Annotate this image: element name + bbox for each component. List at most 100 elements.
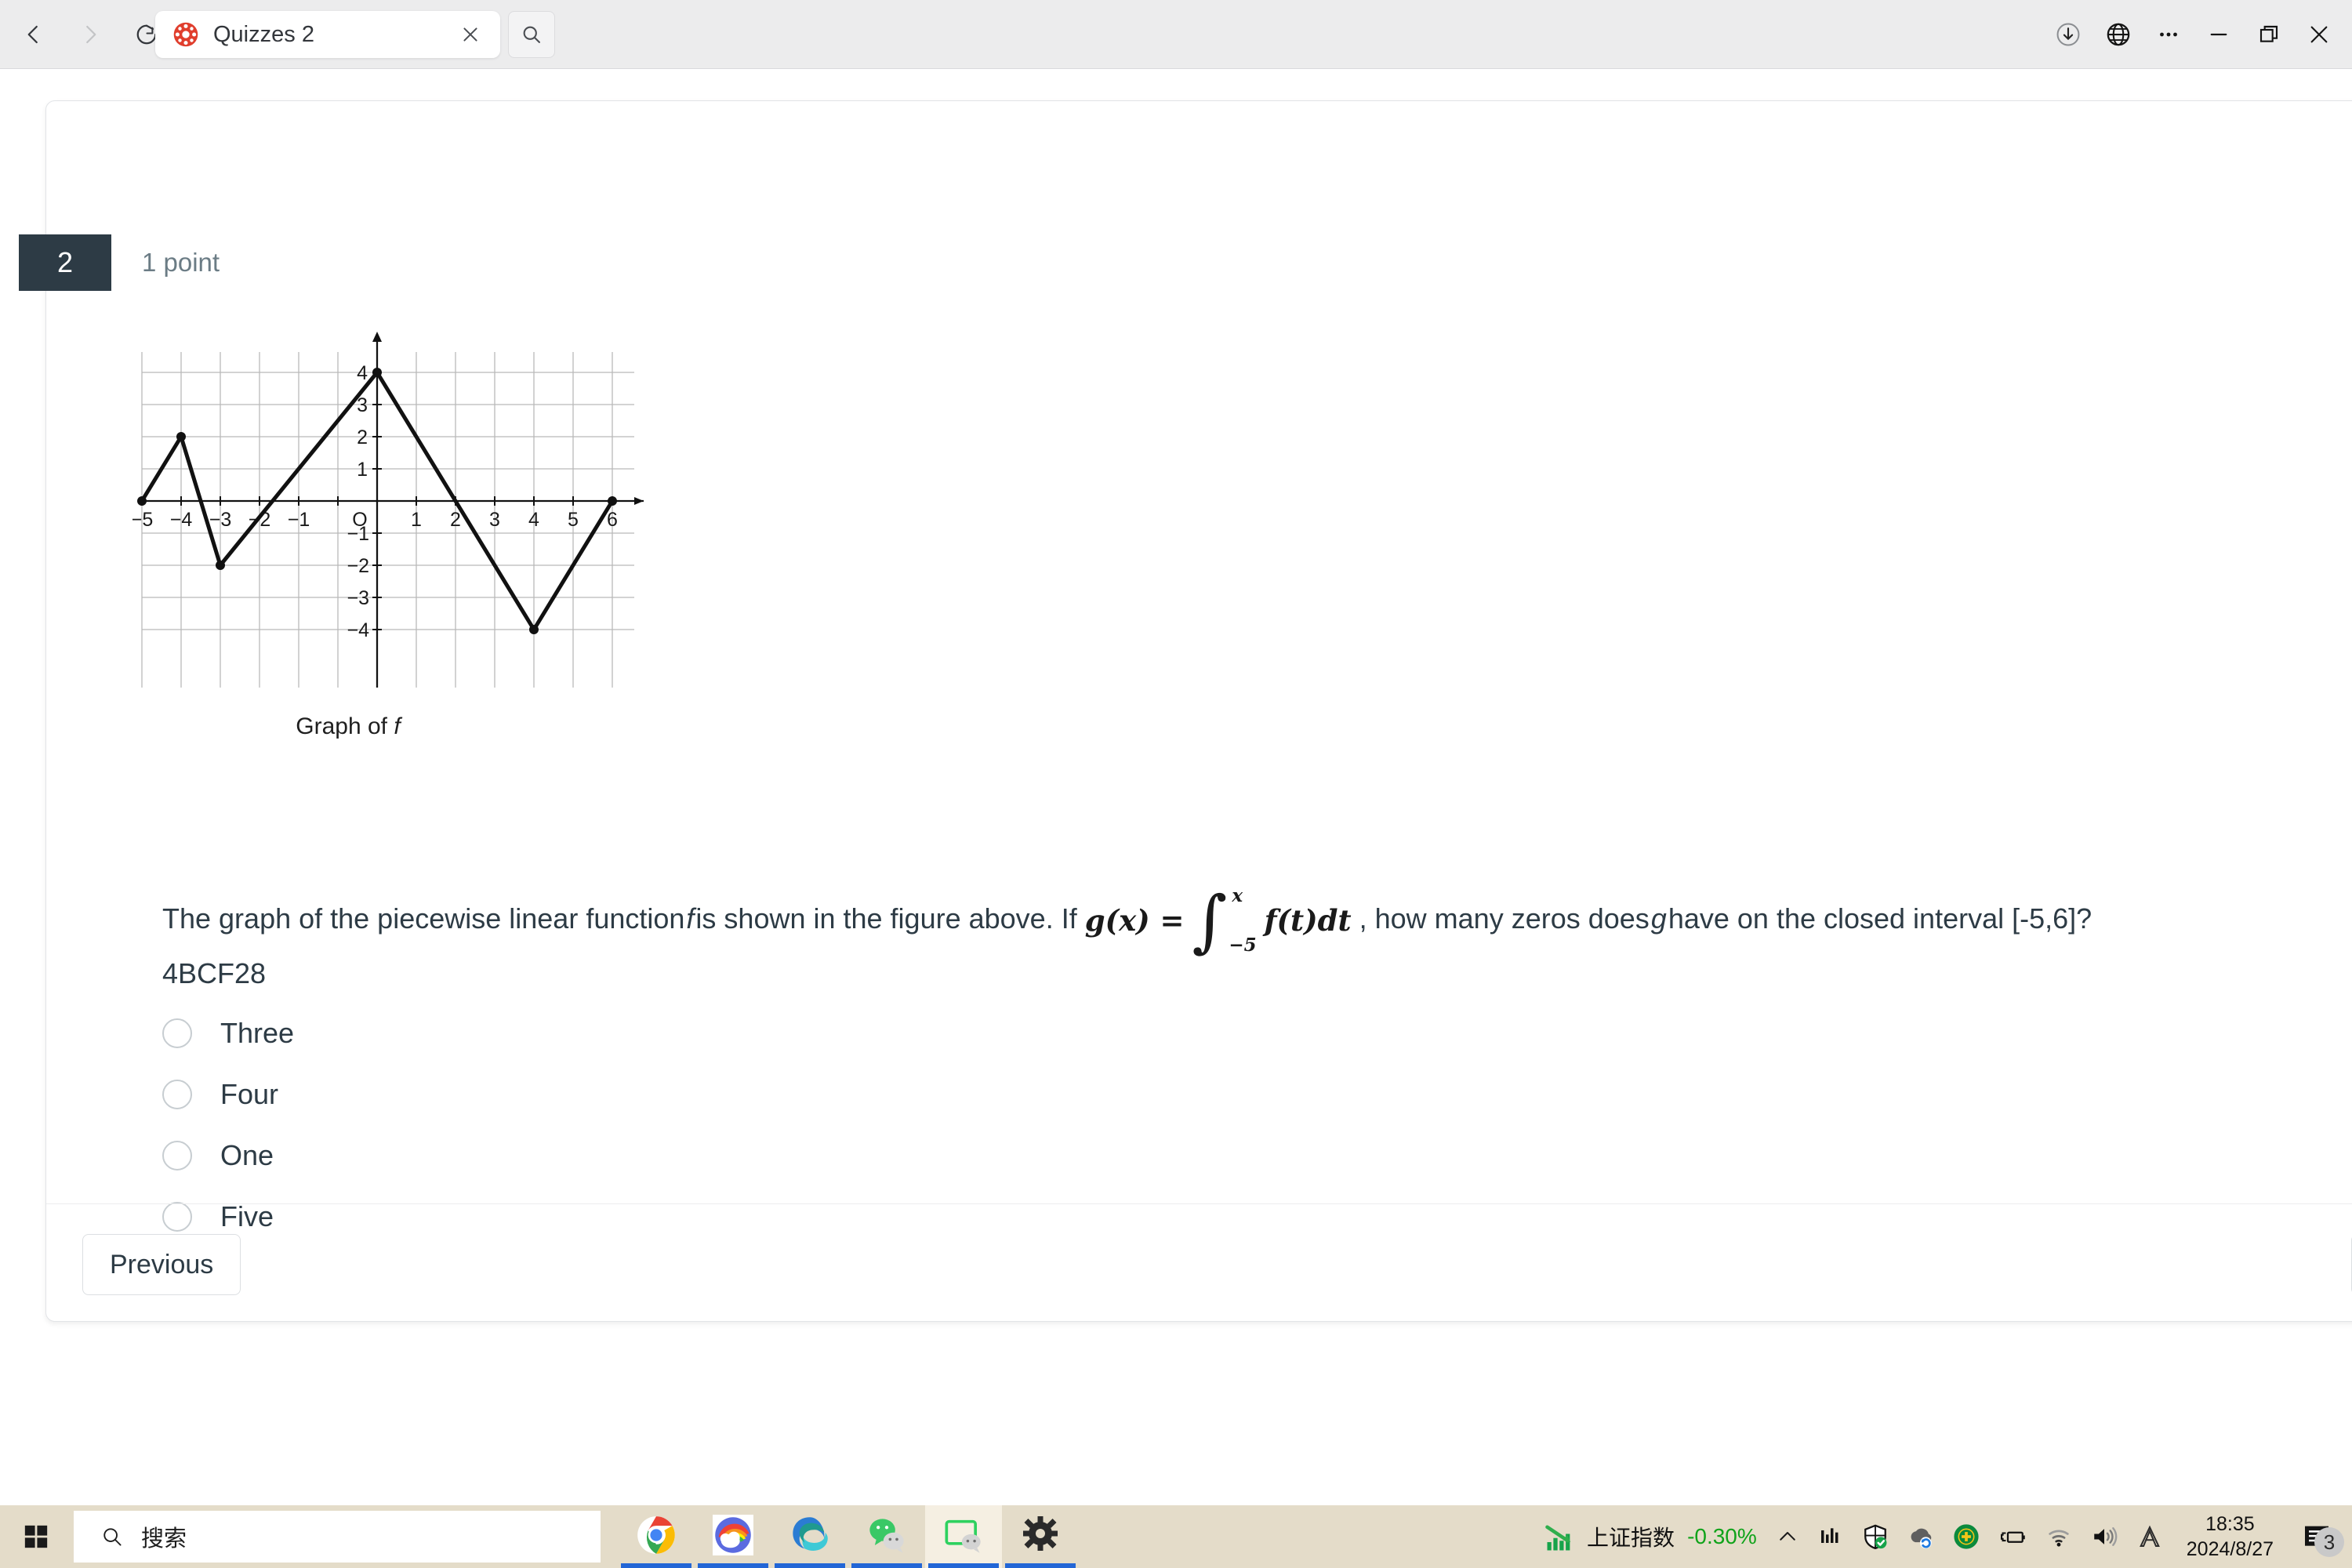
svg-text:1: 1 <box>357 459 368 481</box>
svg-text:−3: −3 <box>347 587 369 609</box>
tab-quizzes-2[interactable]: Quizzes 2 <box>155 11 500 58</box>
svg-text:−5: −5 <box>132 509 153 531</box>
taskbar-app-buttons <box>618 1505 1079 1568</box>
question-text-part2: is shown in the figure above. If <box>695 902 1077 935</box>
stock-chart-icon <box>1545 1525 1571 1551</box>
windows-taskbar: 搜索 上证指数 -0.30% 18:35 2024/8/27 3 <box>0 1505 2352 1568</box>
option-four[interactable]: Four <box>162 1064 868 1125</box>
taskbar-app-chrome[interactable] <box>618 1505 695 1568</box>
chrome-icon <box>637 1516 675 1554</box>
option-label: One <box>220 1139 274 1171</box>
previous-button[interactable]: Previous <box>82 1234 241 1295</box>
tray-battery[interactable] <box>1989 1505 2036 1568</box>
tray-signal-bars[interactable] <box>1809 1505 1853 1568</box>
option-label: Four <box>220 1078 279 1110</box>
running-indicator <box>621 1563 691 1568</box>
green-plus-icon <box>1954 1524 1979 1549</box>
integral-limits: x −5 <box>1229 887 1259 954</box>
option-label: Five <box>220 1200 274 1232</box>
downloads-button[interactable] <box>2043 11 2093 58</box>
taskbar-clock[interactable]: 18:35 2024/8/27 <box>2172 1505 2288 1568</box>
option-label: Three <box>220 1017 295 1049</box>
translate-button[interactable] <box>2093 11 2143 58</box>
search-icon <box>523 26 540 43</box>
system-tray: 上证指数 -0.30% 18:35 2024/8/27 3 <box>1535 1505 2352 1568</box>
minimize-button[interactable] <box>2194 11 2244 58</box>
clock-date: 2024/8/27 <box>2186 1538 2274 1560</box>
card-divider <box>46 1203 2352 1204</box>
taskbar-app-edge[interactable] <box>771 1505 848 1568</box>
figure-caption-prefix: Graph of <box>296 713 394 739</box>
tray-cloud-sync[interactable] <box>1898 1505 1944 1568</box>
back-button[interactable] <box>11 12 56 57</box>
svg-text:3: 3 <box>489 509 500 531</box>
radio-button[interactable] <box>162 1141 192 1171</box>
window-controls <box>2043 0 2344 69</box>
svg-text:−3: −3 <box>209 509 232 531</box>
stock-index-change: -0.30% <box>1687 1524 1757 1548</box>
ime-letter-icon <box>2139 1525 2160 1548</box>
question-points: 1 point <box>142 248 220 277</box>
running-indicator <box>775 1563 845 1568</box>
tray-overflow-button[interactable] <box>1766 1505 1809 1568</box>
radio-button[interactable] <box>162 1202 192 1232</box>
radio-button[interactable] <box>162 1080 192 1109</box>
tab-close-button[interactable] <box>455 19 486 50</box>
taskbar-search-box[interactable]: 搜索 <box>74 1511 601 1563</box>
battery-charging-icon <box>2000 1531 2025 1543</box>
browser-chrome: Quizzes 2 <box>0 0 2352 69</box>
download-icon <box>2056 23 2080 46</box>
restore-window-icon <box>2259 25 2278 42</box>
wifi-icon <box>2049 1530 2069 1547</box>
svg-text:−1: −1 <box>288 509 310 531</box>
taskbar-app-wechat-window[interactable] <box>925 1505 1002 1568</box>
tray-green-plus[interactable] <box>1944 1505 1989 1568</box>
question-function-g: g <box>1650 902 1667 935</box>
running-indicator <box>698 1563 768 1568</box>
svg-text:5: 5 <box>568 509 579 531</box>
restore-button[interactable] <box>2244 11 2294 58</box>
globe-icon <box>2107 23 2130 46</box>
question-text-part1: The graph of the piecewise linear functi… <box>162 902 685 935</box>
graph-of-f-chart: −5 −4 −3 −2 −1 O 1 2 3 4 5 6 4 3 2 1 −1 … <box>131 332 644 688</box>
notification-count-badge: 3 <box>2314 1527 2344 1557</box>
tray-ime-indicator[interactable] <box>2127 1505 2172 1568</box>
integral-lower-limit: −5 <box>1229 935 1257 956</box>
option-five[interactable]: Five <box>162 1186 868 1247</box>
cloud-rainbow-icon <box>713 1515 753 1555</box>
tray-stock-widget[interactable]: 上证指数 -0.30% <box>1535 1505 1766 1568</box>
back-arrow-icon <box>27 25 38 44</box>
answer-options-list: Three Four One Five <box>162 1003 868 1247</box>
svg-text:−4: −4 <box>347 619 369 641</box>
running-indicator <box>1005 1563 1076 1568</box>
taskbar-app-settings[interactable] <box>1002 1505 1079 1568</box>
forward-button[interactable] <box>67 12 113 57</box>
tray-volume[interactable] <box>2082 1505 2127 1568</box>
notification-center-button[interactable]: 3 <box>2288 1505 2346 1568</box>
tray-wifi[interactable] <box>2036 1505 2082 1568</box>
integral-upper-limit: x <box>1232 885 1243 906</box>
svg-text:−2: −2 <box>347 555 369 577</box>
figure-caption: Graph of f <box>176 701 521 740</box>
question-figure: −5 −4 −3 −2 −1 O 1 2 3 4 5 6 4 3 2 1 −1 … <box>131 321 681 740</box>
settings-gear-icon <box>1023 1516 1058 1551</box>
question-text-part3: , how many zeros does <box>1359 902 1650 935</box>
start-button[interactable] <box>0 1505 72 1568</box>
svg-text:−4: −4 <box>170 509 193 531</box>
close-window-button[interactable] <box>2294 11 2344 58</box>
question-text-part4: have on the closed interval [-5,6]? <box>1668 902 2092 935</box>
integral-formula: g(x) = ∫ x −5 f(t)dt <box>1085 887 1352 955</box>
taskbar-app-wechat[interactable] <box>848 1505 925 1568</box>
tray-security-shield[interactable] <box>1853 1505 1898 1568</box>
option-one[interactable]: One <box>162 1125 868 1186</box>
quiz-question-card: 2 1 point −5 −4 −3 −2 −1 O 1 2 3 4 5 6 4… <box>19 100 2352 1322</box>
tab-search-button[interactable] <box>508 11 555 58</box>
option-three[interactable]: Three <box>162 1003 868 1064</box>
radio-button[interactable] <box>162 1018 192 1048</box>
answer-code-label: 4BCF28 <box>162 957 267 989</box>
running-indicator <box>928 1563 999 1568</box>
more-options-button[interactable] <box>2143 11 2194 58</box>
clock-time: 18:35 <box>2205 1513 2255 1535</box>
edge-icon <box>793 1517 828 1551</box>
taskbar-app-cloud-rainbow[interactable] <box>695 1505 771 1568</box>
